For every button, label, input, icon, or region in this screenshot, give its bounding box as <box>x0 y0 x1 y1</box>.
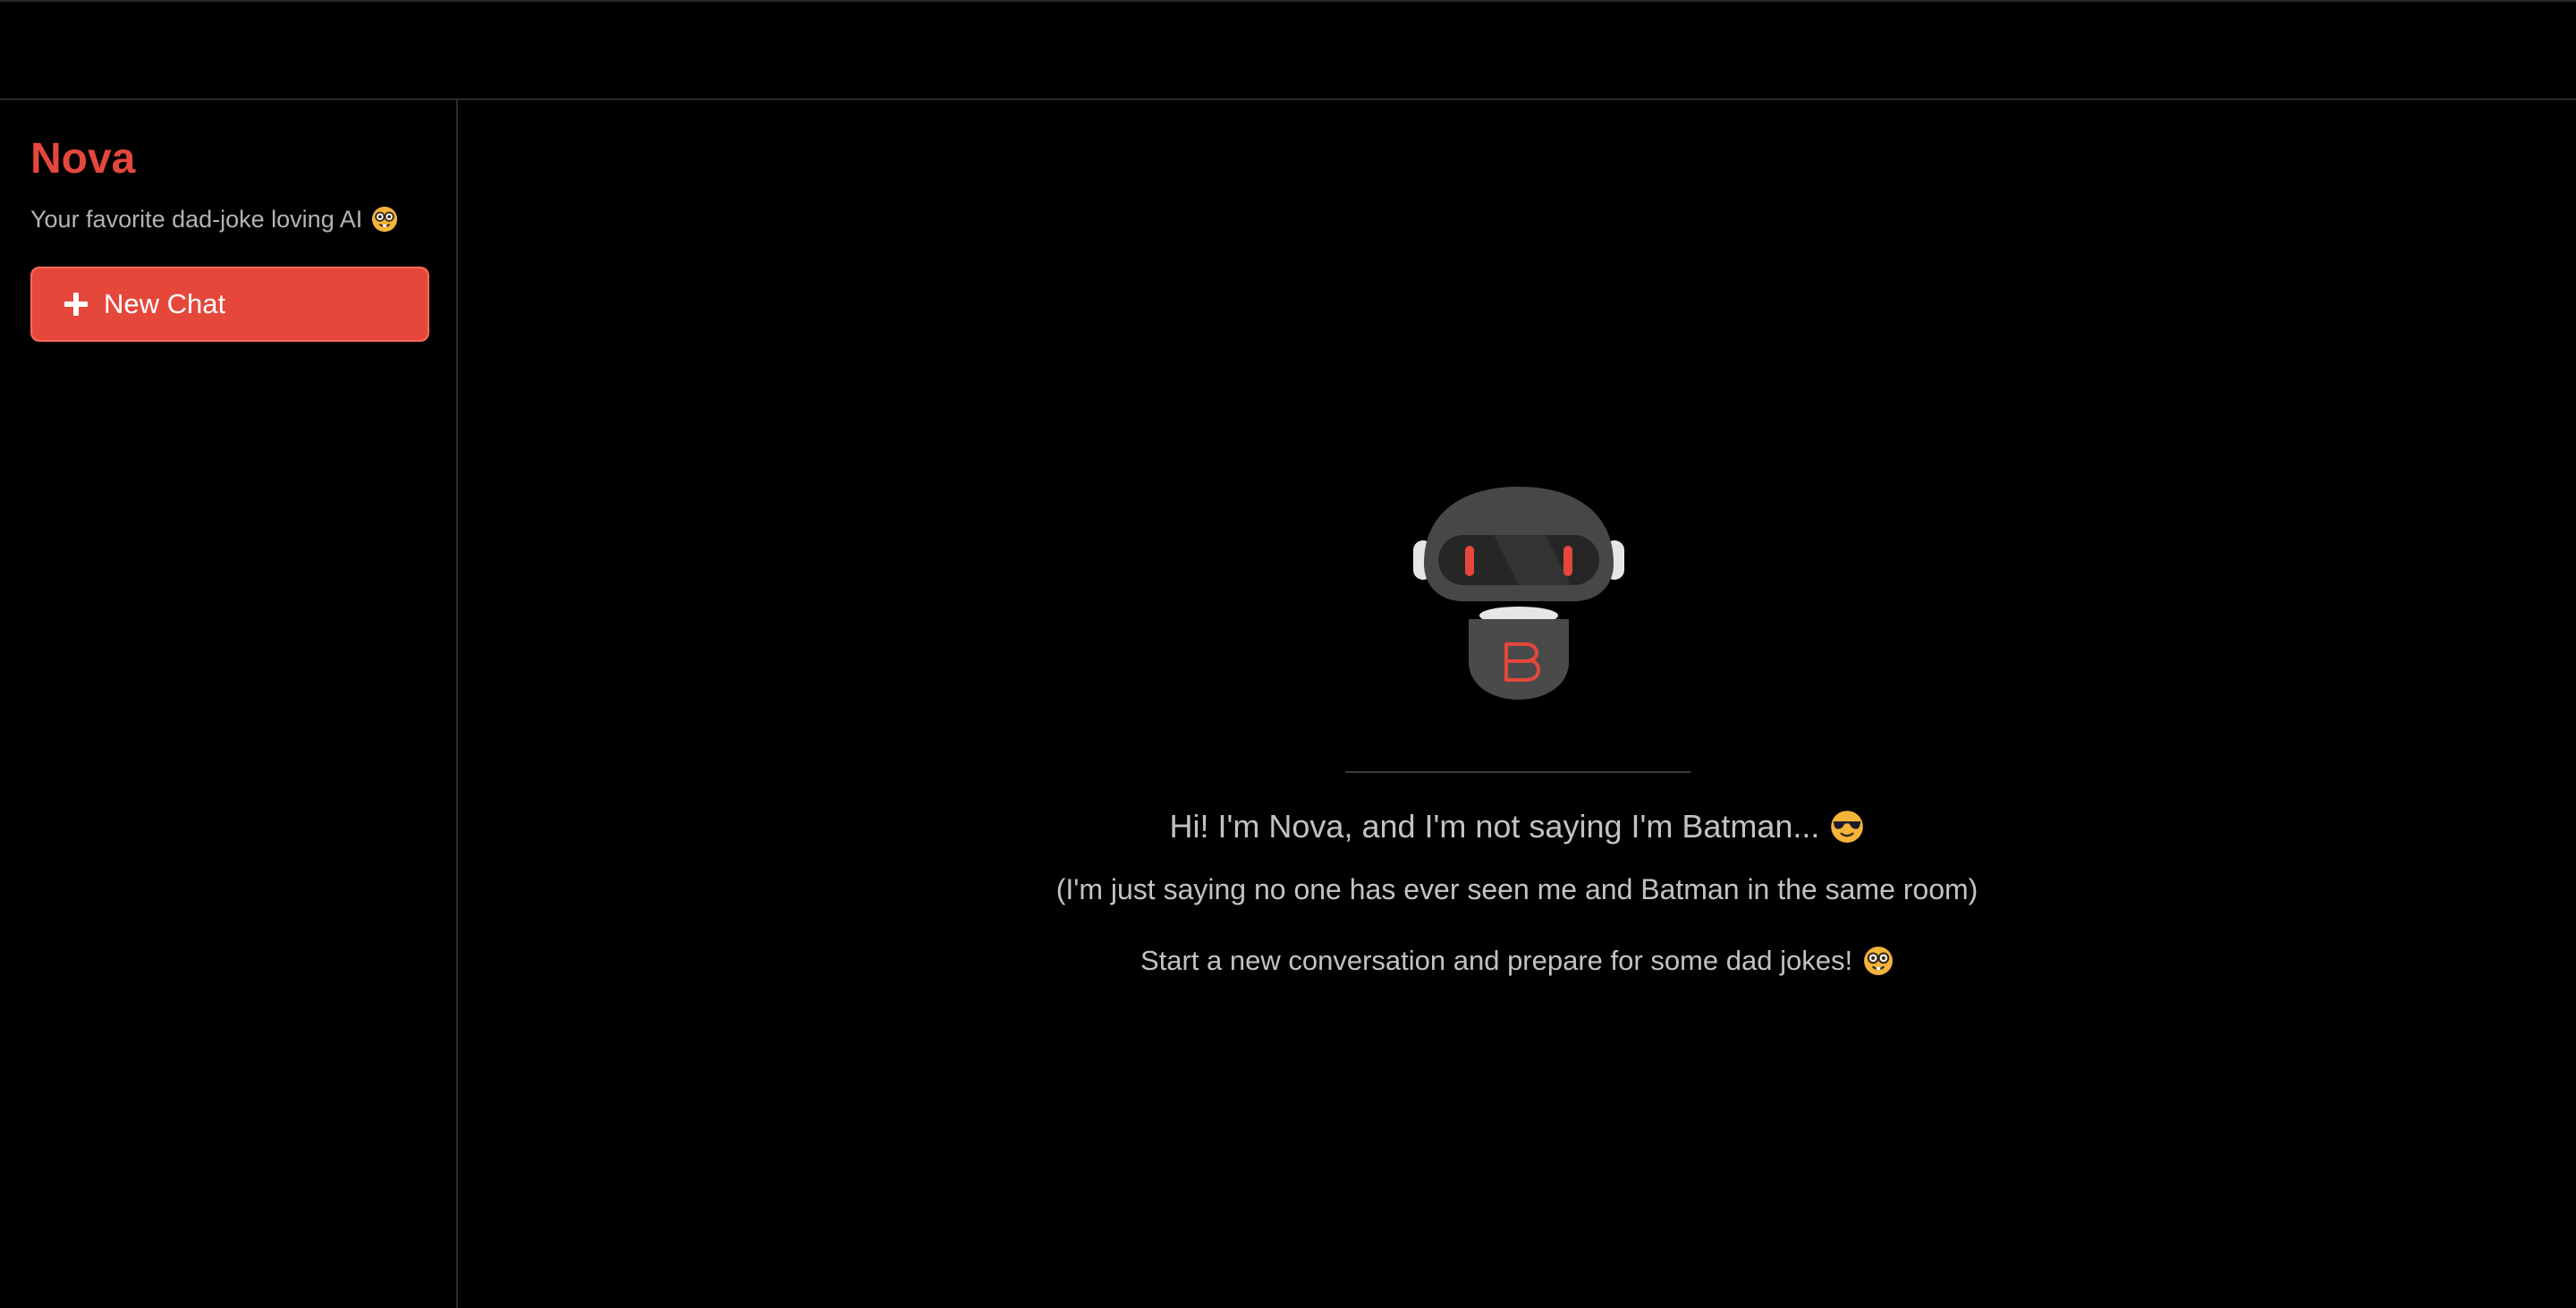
app-tagline: Your favorite dad-joke loving AI <box>30 204 398 234</box>
top-bar <box>0 0 2576 100</box>
new-chat-button[interactable]: New Chat <box>30 267 429 342</box>
chat-main-area <box>458 100 2576 1308</box>
welcome-prompt: Start a new conversation and prepare for… <box>458 943 2576 979</box>
welcome-headline-text: Hi! I'm Nova, and I'm not saying I'm Bat… <box>1169 808 1820 845</box>
welcome-headline: Hi! I'm Nova, and I'm not saying I'm Bat… <box>458 807 2576 846</box>
welcome-prompt-text: Start a new conversation and prepare for… <box>1140 945 1853 976</box>
new-chat-label: New Chat <box>104 288 226 319</box>
nerd-face-emoji-icon <box>372 206 398 233</box>
welcome-divider <box>1345 771 1690 773</box>
nerd-face-emoji-icon <box>1864 947 1893 975</box>
sunglasses-face-emoji-icon <box>1831 811 1864 843</box>
welcome-subline: (I'm just saying no one has ever seen me… <box>1055 873 1979 905</box>
plus-icon <box>64 293 88 316</box>
robot-avatar-icon <box>1413 487 1624 700</box>
tagline-text: Your favorite dad-joke loving AI <box>30 206 363 233</box>
app-brand-title: Nova <box>30 135 136 183</box>
